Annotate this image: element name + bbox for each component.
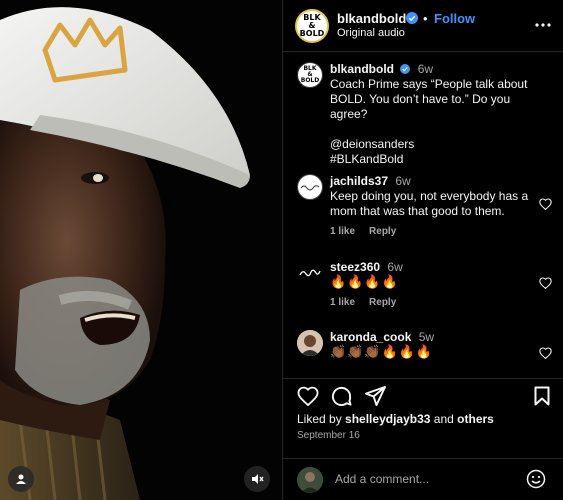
profile-photo-icon — [297, 467, 323, 493]
comments-list[interactable]: BLK & BOLD blkandbold 6w Coach Prime say… — [283, 52, 563, 378]
caption-line-1: Coach Prime says “People talk about — [330, 77, 528, 91]
liked-by-prefix: Liked by — [297, 412, 342, 426]
post-date[interactable]: September 16 — [297, 430, 360, 441]
comment-text: karonda_cook 5w 👏🏾👏🏾👏🏾🔥🔥🔥 — [330, 330, 540, 360]
comment-input[interactable]: Add a comment... — [335, 472, 429, 486]
heart-icon[interactable] — [539, 347, 552, 359]
comment-time: 6w — [387, 260, 403, 274]
reply-button[interactable]: Reply — [369, 297, 396, 308]
share-send-icon[interactable] — [365, 386, 386, 407]
comment-composer: Add a comment... — [283, 458, 563, 500]
commenter-avatar[interactable] — [297, 260, 323, 286]
comment-time: 5w — [418, 330, 435, 344]
caption-hashtag[interactable]: #BLKandBold — [330, 152, 540, 167]
audio-label[interactable]: Original audio — [337, 27, 405, 39]
caption-username[interactable]: blkandbold — [330, 62, 394, 76]
like-heart-icon[interactable] — [297, 386, 319, 406]
comment-likes[interactable]: 1 like — [330, 226, 355, 237]
post-media[interactable] — [0, 0, 282, 500]
verified-badge-icon — [400, 64, 411, 74]
liked-by-and: and — [433, 412, 454, 426]
post-header: BLK & BOLD blkandbold • Follow Original … — [283, 0, 563, 52]
caption-time: 6w — [417, 62, 434, 76]
post-details-panel: BLK & BOLD blkandbold • Follow Original … — [282, 0, 563, 500]
speaker-muted-icon — [252, 474, 264, 484]
comment-item: steez360 6w 🔥🔥🔥🔥 1 like Reply — [283, 260, 563, 320]
post-viewer: BLK & BOLD blkandbold • Follow Original … — [0, 0, 563, 500]
user-icon — [16, 474, 26, 484]
comment-body: 👏🏾👏🏾👏🏾🔥🔥🔥 — [330, 345, 434, 360]
mute-button[interactable] — [244, 466, 270, 492]
comment-text: jachilds37 6w Keep doing you, not everyb… — [330, 174, 540, 219]
comment-meta: 1 like Reply — [330, 226, 410, 237]
save-bookmark-icon[interactable] — [534, 386, 550, 406]
comment-username[interactable]: jachilds37 — [330, 174, 388, 188]
brand-logo: BLK & BOLD — [299, 13, 325, 38]
brand-logo-small: BLK & BOLD — [300, 65, 320, 84]
comment-time: 6w — [395, 174, 411, 188]
tagged-users-button[interactable] — [8, 466, 34, 492]
caption: BLK & BOLD blkandbold 6w Coach Prime say… — [283, 62, 563, 166]
more-options-icon[interactable] — [535, 17, 551, 33]
follow-button[interactable]: Follow — [434, 11, 475, 26]
caption-mention[interactable]: @deionsanders — [330, 137, 540, 152]
profile-photo-icon — [297, 330, 323, 356]
comment-body: 🔥🔥🔥🔥 — [330, 275, 399, 290]
comment-body: Keep doing you, not everybody has a mom … — [330, 189, 529, 218]
video-frame — [0, 0, 282, 500]
comment-text: steez360 6w 🔥🔥🔥🔥 — [330, 260, 540, 290]
reply-button[interactable]: Reply — [369, 226, 396, 237]
author-username[interactable]: blkandbold — [337, 11, 406, 26]
comment-item: karonda_cook 5w 👏🏾👏🏾👏🏾🔥🔥🔥 — [283, 330, 563, 378]
commenter-avatar[interactable] — [297, 174, 323, 200]
script-logo-avatar-icon — [299, 269, 321, 277]
comment-username[interactable]: steez360 — [330, 260, 380, 274]
verified-badge-icon — [406, 12, 418, 24]
heart-icon[interactable] — [539, 198, 552, 210]
liked-by-others[interactable]: others — [457, 412, 494, 426]
comment-item: jachilds37 6w Keep doing you, not everyb… — [283, 174, 563, 244]
author-avatar[interactable]: BLK & BOLD — [295, 9, 329, 43]
caption-text: blkandbold 6w Coach Prime says “People t… — [330, 62, 540, 167]
current-user-avatar — [297, 467, 323, 493]
comment-bubble-icon[interactable] — [331, 386, 352, 407]
liked-by-user[interactable]: shelleydjayb33 — [345, 412, 430, 426]
liked-by-text: Liked by shelleydjayb33 and others — [297, 412, 494, 426]
emoji-icon[interactable] — [526, 469, 546, 489]
post-actions: Liked by shelleydjayb33 and others Septe… — [283, 378, 563, 458]
comment-meta: 1 like Reply — [330, 297, 410, 308]
heart-icon[interactable] — [539, 277, 552, 289]
handwriting-avatar-icon — [300, 185, 320, 191]
comment-username[interactable]: karonda_cook — [330, 330, 411, 344]
comment-likes[interactable]: 1 like — [330, 297, 355, 308]
separator-dot: • — [423, 11, 428, 26]
caption-avatar[interactable]: BLK & BOLD — [297, 62, 323, 88]
caption-line-2: BOLD. You don’t have to.” Do you agree? — [330, 92, 511, 121]
commenter-avatar[interactable] — [297, 330, 323, 356]
